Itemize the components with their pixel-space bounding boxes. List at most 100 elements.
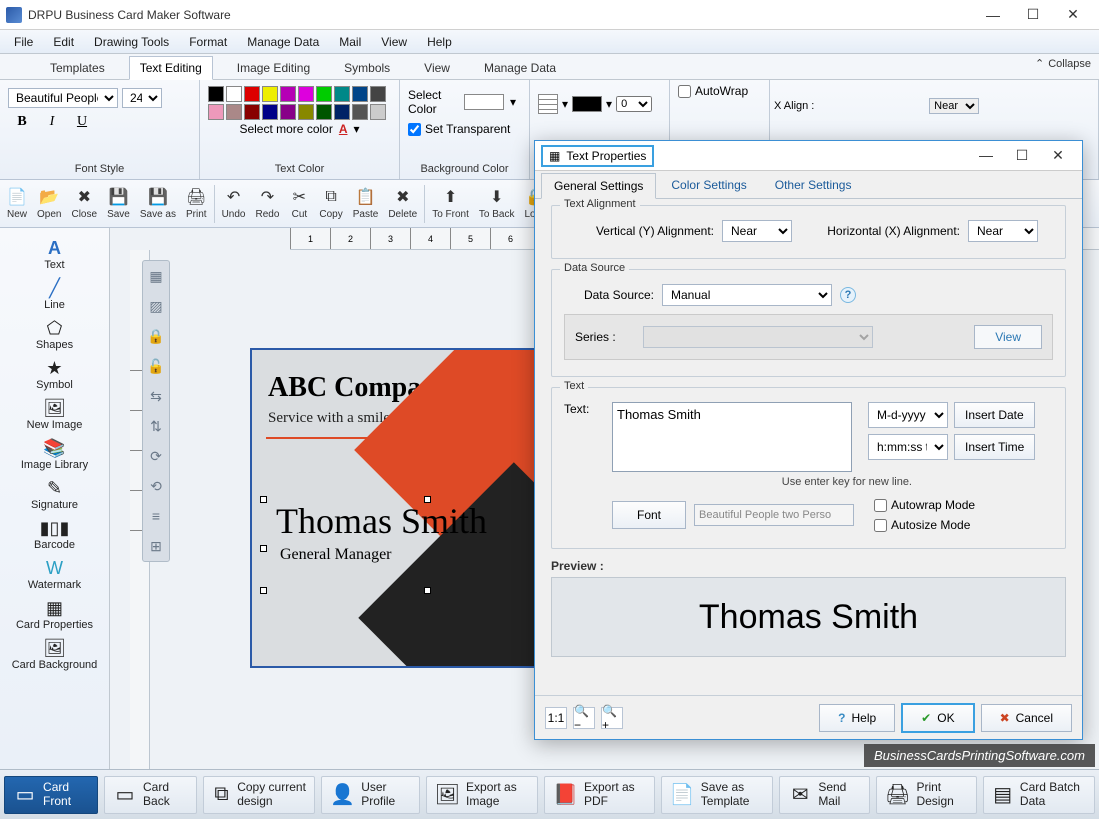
- time-format-select[interactable]: h:mm:ss tt: [868, 434, 948, 460]
- side-shapes[interactable]: ⬠Shapes: [0, 314, 109, 354]
- dropdown-icon[interactable]: ▾: [606, 97, 612, 111]
- font-button[interactable]: Font: [612, 501, 686, 529]
- grid-icon[interactable]: [538, 94, 558, 114]
- xalign-select[interactable]: Near: [929, 98, 979, 114]
- collapse-button[interactable]: ⌃ Collapse: [1035, 57, 1091, 70]
- flip-v-icon[interactable]: ⇅: [143, 411, 169, 441]
- set-transparent-check[interactable]: Set Transparent: [408, 122, 521, 136]
- export-pdf-button[interactable]: 📕Export as PDF: [544, 776, 655, 814]
- toback-button[interactable]: ⬇To Back: [474, 185, 520, 222]
- insert-time-button[interactable]: Insert Time: [954, 434, 1035, 460]
- save-template-button[interactable]: 📄Save as Template: [661, 776, 773, 814]
- text-input[interactable]: [612, 402, 852, 472]
- tab-templates[interactable]: Templates: [40, 57, 115, 79]
- close-button[interactable]: ✕: [1053, 1, 1093, 29]
- tab-other[interactable]: Other Settings: [762, 172, 865, 198]
- maximize-button[interactable]: ☐: [1013, 1, 1053, 29]
- autowrap-check[interactable]: AutoWrap: [678, 84, 761, 98]
- copy-button[interactable]: ⧉Copy: [314, 185, 347, 222]
- menu-help[interactable]: Help: [417, 32, 462, 52]
- menu-view[interactable]: View: [371, 32, 417, 52]
- help-icon[interactable]: ?: [840, 287, 856, 303]
- side-image-library[interactable]: 📚Image Library: [0, 434, 109, 474]
- delete-button[interactable]: ✖Delete: [383, 185, 422, 222]
- tab-manage-data[interactable]: Manage Data: [474, 57, 566, 79]
- paste-button[interactable]: 📋Paste: [348, 185, 384, 222]
- side-text[interactable]: AText: [0, 234, 109, 274]
- date-format-select[interactable]: M-d-yyyy: [868, 402, 948, 428]
- close-button2[interactable]: ✖Close: [66, 185, 102, 222]
- bold-button[interactable]: B: [12, 114, 32, 130]
- side-line[interactable]: ╱Line: [0, 274, 109, 314]
- side-new-image[interactable]: 🖼New Image: [0, 394, 109, 434]
- more-color-button[interactable]: Select more color A▾: [208, 122, 391, 136]
- save-button[interactable]: 💾Save: [102, 185, 135, 222]
- border-color-well[interactable]: [572, 96, 602, 112]
- valign-select[interactable]: Near: [722, 220, 792, 242]
- print-design-button[interactable]: 🖨Print Design: [876, 776, 977, 814]
- datasource-select[interactable]: Manual: [662, 284, 832, 306]
- underline-button[interactable]: U: [72, 114, 92, 130]
- layer-icon[interactable]: ▦: [143, 261, 169, 291]
- menu-manage-data[interactable]: Manage Data: [237, 32, 329, 52]
- tab-view[interactable]: View: [414, 57, 460, 79]
- font-size-select[interactable]: 24: [122, 88, 162, 108]
- rotate-icon[interactable]: ⟳: [143, 441, 169, 471]
- undo-button[interactable]: ↶Undo: [217, 185, 251, 222]
- bg-color-well[interactable]: [464, 94, 504, 110]
- new-button[interactable]: 📄New: [2, 185, 32, 222]
- dialog-max-button[interactable]: ☐: [1004, 147, 1040, 164]
- redo-button[interactable]: ↷Redo: [250, 185, 284, 222]
- cut-button[interactable]: ✂Cut: [284, 185, 314, 222]
- dialog-close-button[interactable]: ✕: [1040, 147, 1076, 164]
- saveas-button[interactable]: 💾Save as: [135, 185, 181, 222]
- view-button[interactable]: View: [974, 325, 1042, 349]
- card-front-button[interactable]: ▭Card Front: [4, 776, 98, 814]
- tab-text-editing[interactable]: Text Editing: [129, 56, 213, 80]
- halign-select[interactable]: Near: [968, 220, 1038, 242]
- autowrap-mode-check[interactable]: Autowrap Mode: [874, 498, 975, 512]
- tab-color[interactable]: Color Settings: [658, 172, 759, 198]
- zoom-out-button[interactable]: 🔍−: [573, 707, 595, 729]
- export-image-button[interactable]: 🖼Export as Image: [426, 776, 538, 814]
- copy-design-button[interactable]: ⧉Copy current design: [203, 776, 315, 814]
- minimize-button[interactable]: —: [973, 1, 1013, 29]
- cancel-button[interactable]: ✖Cancel: [981, 704, 1072, 732]
- zoom-11-button[interactable]: 1:1: [545, 707, 567, 729]
- dropdown-icon[interactable]: ▾: [562, 97, 568, 111]
- distribute-icon[interactable]: ⊞: [143, 531, 169, 561]
- side-watermark[interactable]: WWatermark: [0, 554, 109, 594]
- dialog-min-button[interactable]: —: [968, 147, 1004, 164]
- tab-image-editing[interactable]: Image Editing: [227, 57, 320, 79]
- italic-button[interactable]: I: [42, 114, 62, 130]
- side-barcode[interactable]: ▮▯▮Barcode: [0, 514, 109, 554]
- print-button[interactable]: 🖨Print: [181, 185, 212, 222]
- menu-format[interactable]: Format: [179, 32, 237, 52]
- dropdown-icon[interactable]: ▾: [510, 95, 516, 109]
- open-button[interactable]: 📂Open: [32, 185, 66, 222]
- tab-symbols[interactable]: Symbols: [334, 57, 400, 79]
- card-back-button[interactable]: ▭Card Back: [104, 776, 197, 814]
- side-card-properties[interactable]: ▦Card Properties: [0, 594, 109, 634]
- menu-mail[interactable]: Mail: [329, 32, 371, 52]
- side-signature[interactable]: ✎Signature: [0, 474, 109, 514]
- side-card-background[interactable]: 🖼Card Background: [0, 634, 109, 674]
- help-button[interactable]: ?Help: [819, 704, 895, 732]
- zoom-in-button[interactable]: 🔍+: [601, 707, 623, 729]
- flip-h-icon[interactable]: ⇆: [143, 381, 169, 411]
- side-symbol[interactable]: ★Symbol: [0, 354, 109, 394]
- tab-general[interactable]: General Settings: [541, 173, 656, 199]
- autosize-mode-check[interactable]: Autosize Mode: [874, 518, 975, 532]
- user-profile-button[interactable]: 👤User Profile: [321, 776, 419, 814]
- lock-icon2[interactable]: 🔒: [143, 321, 169, 351]
- align-icon[interactable]: ≡: [143, 501, 169, 531]
- insert-date-button[interactable]: Insert Date: [954, 402, 1035, 428]
- font-family-select[interactable]: Beautiful People: [8, 88, 118, 108]
- color-palette[interactable]: [208, 86, 391, 120]
- menu-file[interactable]: File: [4, 32, 43, 52]
- menu-drawing-tools[interactable]: Drawing Tools: [84, 32, 179, 52]
- tofront-button[interactable]: ⬆To Front: [427, 185, 474, 222]
- unlock-icon[interactable]: 🔓: [143, 351, 169, 381]
- dialog-title-bar[interactable]: ▦Text Properties — ☐ ✕: [535, 141, 1082, 171]
- send-mail-button[interactable]: ✉Send Mail: [779, 776, 870, 814]
